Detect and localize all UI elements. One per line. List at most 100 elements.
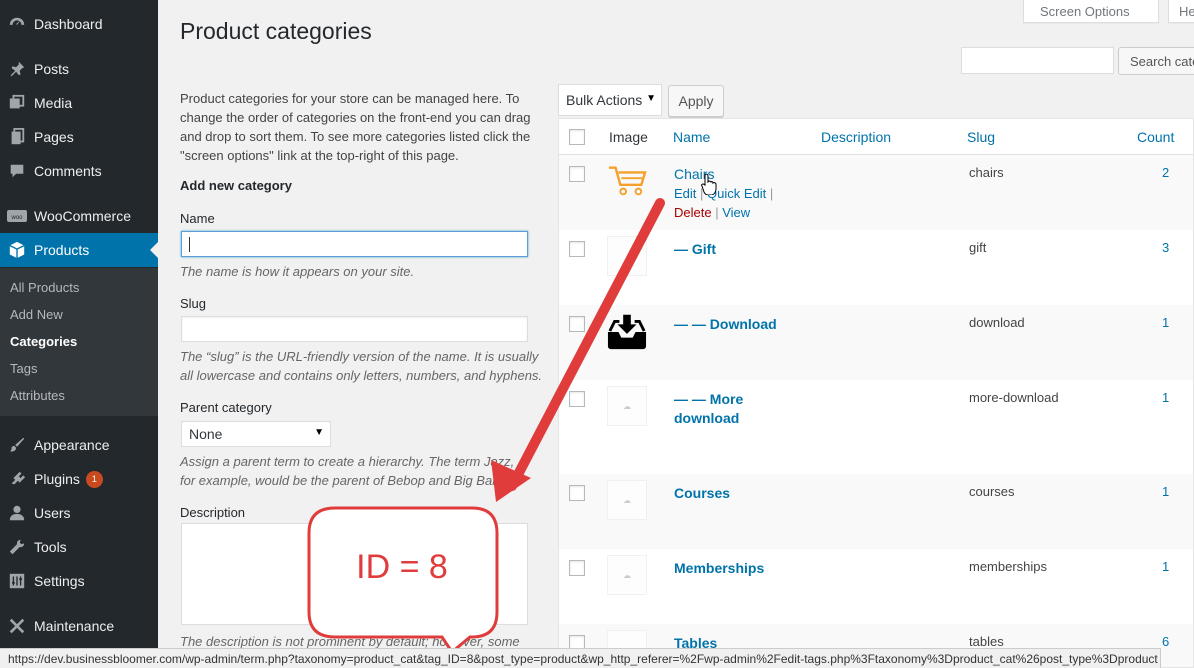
row-checkbox[interactable]: [569, 391, 585, 407]
category-slug: more-download: [969, 390, 1059, 405]
search-categories-input[interactable]: [961, 47, 1114, 74]
submenu-categories[interactable]: Categories: [10, 334, 77, 349]
menu-dashboard[interactable]: Dashboard: [0, 7, 158, 41]
dashboard-icon: [0, 15, 34, 33]
submenu-all-products[interactable]: All Products: [10, 280, 79, 295]
category-count-link[interactable]: 1: [1162, 315, 1169, 330]
submenu-add-new[interactable]: Add New: [10, 307, 63, 322]
row-checkbox[interactable]: [569, 241, 585, 257]
row-actions: Edit | Quick Edit |: [674, 186, 773, 201]
categories-table: Image Name Description Slug Count Chairs…: [558, 118, 1194, 668]
plugins-update-badge: 1: [85, 470, 103, 488]
submenu-attributes[interactable]: Attributes: [10, 388, 65, 403]
bulk-actions-select[interactable]: Bulk Actions ▼: [558, 84, 662, 116]
menu-label: Settings: [34, 573, 85, 589]
name-field[interactable]: [181, 231, 528, 257]
category-count-link[interactable]: 6: [1162, 634, 1169, 649]
plug-icon: [0, 470, 34, 488]
category-slug: gift: [969, 240, 987, 255]
placeholder-image-icon: ☁: [607, 480, 647, 520]
parent-help: Assign a parent term to create a hierarc…: [180, 454, 515, 488]
column-description[interactable]: Description: [821, 129, 891, 145]
category-count-link[interactable]: 3: [1162, 240, 1169, 255]
add-category-heading: Add new category: [180, 178, 292, 193]
help-tab[interactable]: He: [1168, 0, 1194, 23]
category-count-link[interactable]: 1: [1162, 559, 1169, 574]
menu-comments[interactable]: Comments: [0, 154, 158, 188]
category-slug: courses: [969, 484, 1015, 499]
menu-appearance[interactable]: Appearance: [0, 428, 158, 462]
annotation-callout-text: ID = 8: [356, 548, 448, 586]
svg-text:woo: woo: [10, 215, 23, 221]
table-row: ☁ Courses courses 1: [559, 474, 1193, 549]
pin-icon: [0, 60, 34, 78]
menu-label: Users: [34, 505, 71, 521]
intro-text: Product categories for your store can be…: [180, 91, 531, 163]
category-name-link[interactable]: — — More download: [674, 390, 784, 428]
separator: |: [769, 186, 774, 201]
column-count[interactable]: Count: [1137, 129, 1174, 145]
menu-label: Comments: [34, 163, 102, 179]
comments-icon: [0, 162, 34, 180]
menu-label: Posts: [34, 61, 70, 77]
media-icon: [0, 94, 34, 112]
category-count-link[interactable]: 1: [1162, 390, 1169, 405]
menu-label: Tools: [34, 539, 67, 555]
menu-label: Plugins: [34, 471, 80, 487]
bulk-actions-value: Bulk Actions: [566, 92, 643, 108]
dropdown-arrow-icon: ▼: [646, 93, 656, 104]
select-all-checkbox[interactable]: [569, 129, 585, 145]
column-name[interactable]: Name: [673, 129, 710, 145]
row-checkbox[interactable]: [569, 166, 585, 182]
menu-label: Pages: [34, 129, 74, 145]
placeholder-image-icon: ☁: [607, 386, 647, 426]
category-slug: download: [969, 315, 1025, 330]
menu-woocommerce[interactable]: woo WooCommerce: [0, 199, 158, 233]
woocommerce-icon: woo: [0, 209, 34, 223]
parent-category-select[interactable]: None ▼: [181, 421, 331, 447]
table-row: Chairs Edit | Quick Edit | Delete | View…: [559, 155, 1193, 230]
menu-pages[interactable]: Pages: [0, 120, 158, 154]
page-title: Product categories: [180, 18, 372, 44]
search-categories-button[interactable]: Search cate: [1118, 47, 1194, 75]
menu-products[interactable]: Products: [0, 233, 158, 267]
pages-icon: [0, 128, 34, 146]
menu-posts[interactable]: Posts: [0, 52, 158, 86]
row-checkbox[interactable]: [569, 316, 585, 332]
browser-status-bar: https://dev.businessbloomer.com/wp-admin…: [0, 648, 1161, 668]
category-slug: tables: [969, 634, 1004, 649]
menu-label: Dashboard: [34, 16, 103, 32]
screen-options-tab[interactable]: Screen Options: [1023, 0, 1159, 23]
category-name-link[interactable]: Courses: [674, 484, 730, 503]
row-actions-secondary: Delete | View: [674, 205, 750, 220]
row-checkbox[interactable]: [569, 485, 585, 501]
column-slug[interactable]: Slug: [967, 129, 995, 145]
category-name-link[interactable]: — Gift: [674, 240, 716, 259]
category-name-link[interactable]: — — Download: [674, 315, 777, 334]
hand-cursor-icon: [701, 173, 717, 195]
row-checkbox[interactable]: [569, 560, 585, 576]
apply-button[interactable]: Apply: [668, 85, 724, 117]
delete-link[interactable]: Delete: [674, 205, 712, 220]
slug-label: Slug: [180, 296, 207, 311]
view-link[interactable]: View: [722, 205, 750, 220]
slug-help: The “slug” is the URL-friendly version o…: [180, 349, 543, 383]
menu-tools[interactable]: Tools: [0, 530, 158, 564]
edit-link[interactable]: Edit: [674, 186, 696, 201]
menu-plugins[interactable]: Plugins 1: [0, 462, 158, 496]
category-count-link[interactable]: 1: [1162, 484, 1169, 499]
submenu-tags[interactable]: Tags: [10, 361, 37, 376]
menu-label: Media: [34, 95, 73, 111]
category-count-link[interactable]: 2: [1162, 165, 1169, 180]
menu-media[interactable]: Media: [0, 86, 158, 120]
maintenance-icon: [0, 617, 34, 635]
table-row: — Gift gift 3: [559, 230, 1193, 305]
brush-icon: [0, 436, 34, 454]
menu-settings[interactable]: Settings: [0, 564, 158, 598]
menu-users[interactable]: Users: [0, 496, 158, 530]
slug-field[interactable]: [181, 316, 528, 342]
category-name-link[interactable]: Memberships: [674, 559, 764, 578]
placeholder-image-icon: [607, 236, 647, 276]
name-label: Name: [180, 211, 215, 226]
menu-maintenance[interactable]: Maintenance: [0, 609, 158, 643]
